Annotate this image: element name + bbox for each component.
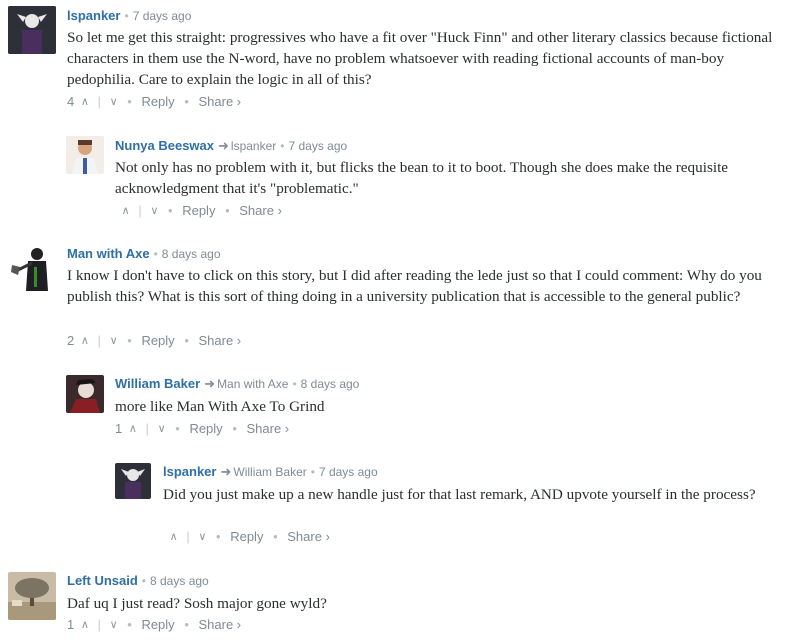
chevron-down-icon[interactable]: ∨ [110, 95, 118, 108]
chevron-up-icon[interactable]: ∧ [81, 95, 89, 108]
timestamp[interactable]: 8 days ago [301, 377, 360, 391]
reply-button[interactable]: Reply [141, 94, 174, 109]
reply-target[interactable]: Man with Axe [217, 377, 288, 391]
share-button[interactable]: Share › [247, 421, 290, 436]
timestamp[interactable]: 7 days ago [319, 465, 378, 479]
reply-target[interactable]: William Baker [233, 465, 306, 479]
comment-body: Did you just make up a new handle just f… [163, 486, 756, 503]
avatar[interactable] [66, 375, 104, 413]
reply-button[interactable]: Reply [230, 529, 263, 544]
reply-target[interactable]: lspanker [231, 139, 276, 153]
share-button[interactable]: Share › [199, 94, 242, 109]
author-name[interactable]: Man with Axe [67, 246, 150, 261]
share-button[interactable]: Share › [287, 529, 330, 544]
upvote-count: 4 [67, 94, 75, 110]
comment: lspanker ➜ William Baker • 7 days ago Did yo… [115, 463, 784, 553]
reply-button[interactable]: Reply [189, 421, 222, 436]
avatar[interactable] [66, 136, 104, 174]
chevron-down-icon[interactable]: ∨ [158, 422, 166, 435]
author-name[interactable]: Left Unsaid [67, 573, 138, 588]
reply-button[interactable]: Reply [141, 333, 174, 348]
comment-footer: ∧ | ∨ • Reply • Share › [169, 529, 330, 545]
comment-footer: 2 ∧ | ∨ • Reply • Share › [67, 333, 242, 349]
chevron-up-icon[interactable]: ∧ [122, 204, 130, 217]
avatar[interactable] [115, 463, 151, 499]
upvote-count: 1 [115, 421, 123, 437]
comment: Man with Axe • 8 days ago I know I don't h… [8, 245, 784, 355]
chevron-down-icon[interactable]: ∨ [110, 618, 118, 631]
comment: Nunya Beeswax ➜ lspanker • 7 days ago Not on… [66, 136, 784, 226]
comment-footer: 1 ∧ | ∨ • Reply • Share › [67, 617, 242, 633]
reply-arrow-icon: ➜ [220, 464, 232, 479]
author-name[interactable]: William Baker [115, 376, 200, 391]
reply-button[interactable]: Reply [141, 617, 174, 632]
comment-body: Daf uq I just read? Sosh major gone wyld… [67, 595, 327, 612]
chevron-down-icon[interactable]: ∨ [150, 204, 158, 217]
share-button[interactable]: Share › [239, 203, 282, 218]
chevron-down-icon[interactable]: ∨ [110, 334, 118, 347]
author-name[interactable]: lspanker [163, 464, 216, 479]
chevron-up-icon[interactable]: ∧ [170, 530, 178, 543]
comment-body: So let me get this straight: progressive… [67, 29, 773, 88]
share-button[interactable]: Share › [199, 333, 242, 348]
upvote-count: 1 [67, 617, 75, 633]
comment: William Baker ➜ Man with Axe • 8 days ago mo… [66, 375, 784, 445]
avatar[interactable] [8, 572, 56, 620]
chevron-up-icon[interactable]: ∧ [129, 422, 137, 435]
reply-arrow-icon: ➜ [218, 138, 229, 153]
comment-footer: ∧ | ∨ • Reply • Share › [121, 203, 282, 219]
comment-footer: 4 ∧ | ∨ • Reply • Share › [67, 94, 242, 110]
chevron-up-icon[interactable]: ∧ [81, 618, 89, 631]
timestamp[interactable]: 7 days ago [288, 139, 347, 153]
author-name[interactable]: Nunya Beeswax [115, 138, 214, 153]
reply-button[interactable]: Reply [182, 203, 215, 218]
chevron-down-icon[interactable]: ∨ [198, 530, 206, 543]
timestamp[interactable]: 8 days ago [150, 574, 209, 588]
comment: Left Unsaid • 8 days ago Daf uq I just rea… [8, 572, 784, 640]
timestamp[interactable]: 7 days ago [133, 9, 192, 23]
comment-body: more like Man With Axe To Grind [115, 398, 325, 415]
comment: lspanker • 7 days ago So let me get this s… [8, 6, 784, 116]
comment-body: I know I don't have to click on this sto… [67, 267, 762, 305]
chevron-up-icon[interactable]: ∧ [81, 334, 89, 347]
avatar[interactable] [8, 245, 56, 293]
author-name[interactable]: lspanker [67, 8, 120, 23]
timestamp[interactable]: 8 days ago [162, 247, 221, 261]
comment-body: Not only has no problem with it, but fli… [115, 159, 729, 197]
share-button[interactable]: Share › [199, 617, 242, 632]
upvote-count: 2 [67, 333, 75, 349]
avatar[interactable] [8, 6, 56, 54]
comment-footer: 1 ∧ | ∨ • Reply • Share › [115, 421, 290, 437]
reply-arrow-icon: ➜ [204, 376, 216, 391]
